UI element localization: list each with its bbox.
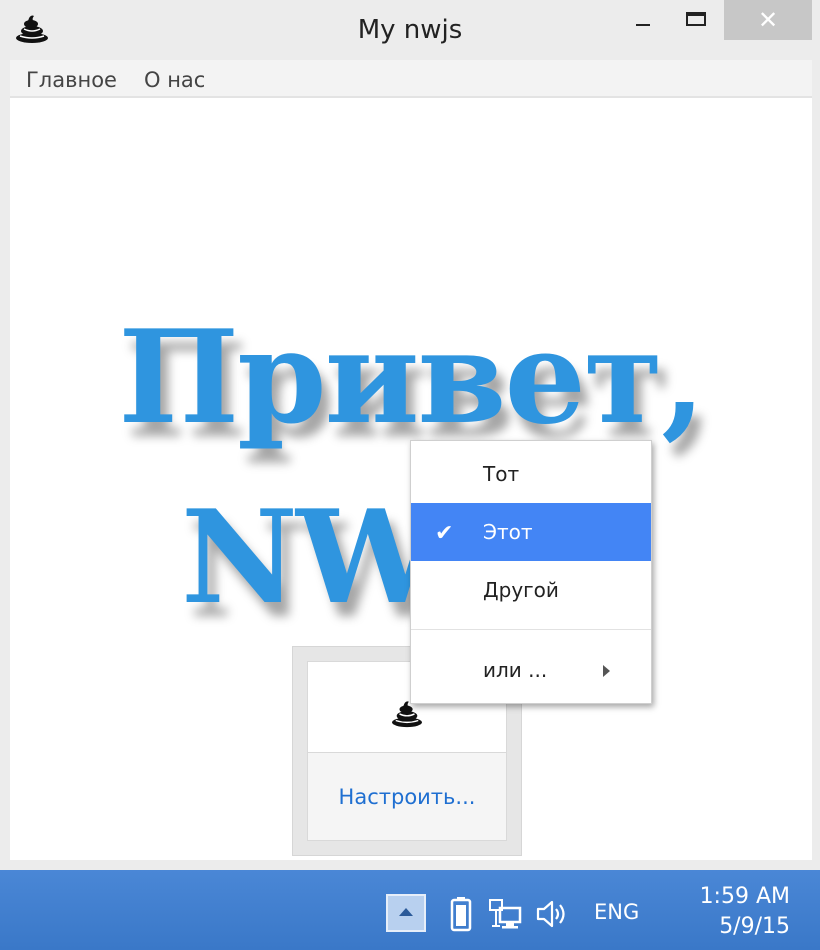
clock-date: 5/9/15 xyxy=(719,914,790,939)
clock-time: 1:59 AM xyxy=(699,884,790,909)
heading-line-1: Привет, xyxy=(118,303,706,453)
menu-item-label: Тот xyxy=(483,462,520,486)
maximize-button[interactable] xyxy=(672,0,724,40)
volume-icon[interactable] xyxy=(536,900,570,928)
menu-item-label: или ... xyxy=(483,658,548,682)
menu-bar: Главное О нас xyxy=(10,60,812,98)
close-button[interactable]: ✕ xyxy=(724,0,812,40)
minimize-button[interactable] xyxy=(612,0,672,40)
clock[interactable]: 1:59 AM 5/9/15 xyxy=(660,882,790,942)
context-menu-item-drugoy[interactable]: Другой xyxy=(411,561,651,619)
context-menu: Тот ✔ Этот Другой или ... xyxy=(410,440,652,704)
customize-link[interactable]: Настроить... xyxy=(307,753,507,841)
network-icon[interactable] xyxy=(488,898,522,930)
taskbar: ENG 1:59 AM 5/9/15 xyxy=(0,870,820,950)
show-hidden-icons-button[interactable] xyxy=(386,894,426,932)
context-menu-item-tot[interactable]: Тот xyxy=(411,445,651,503)
chevron-right-icon xyxy=(603,665,610,677)
menu-separator xyxy=(411,629,651,630)
menu-item-label: Другой xyxy=(483,578,559,602)
menu-item-label: Этот xyxy=(483,520,533,544)
menu-item-main[interactable]: Главное xyxy=(26,68,117,92)
close-icon: ✕ xyxy=(757,6,779,34)
context-menu-item-submenu[interactable]: или ... xyxy=(411,641,651,699)
battery-icon[interactable] xyxy=(450,896,472,932)
context-menu-item-etot[interactable]: ✔ Этот xyxy=(411,503,651,561)
menu-item-about[interactable]: О нас xyxy=(144,68,205,92)
checkmark-icon: ✔ xyxy=(435,521,454,546)
title-bar[interactable]: My nwjs ✕ xyxy=(0,0,820,60)
input-language-indicator[interactable]: ENG xyxy=(594,900,639,924)
app-window: My nwjs ✕ Главное О нас Привет, NWJS! xyxy=(0,0,820,870)
